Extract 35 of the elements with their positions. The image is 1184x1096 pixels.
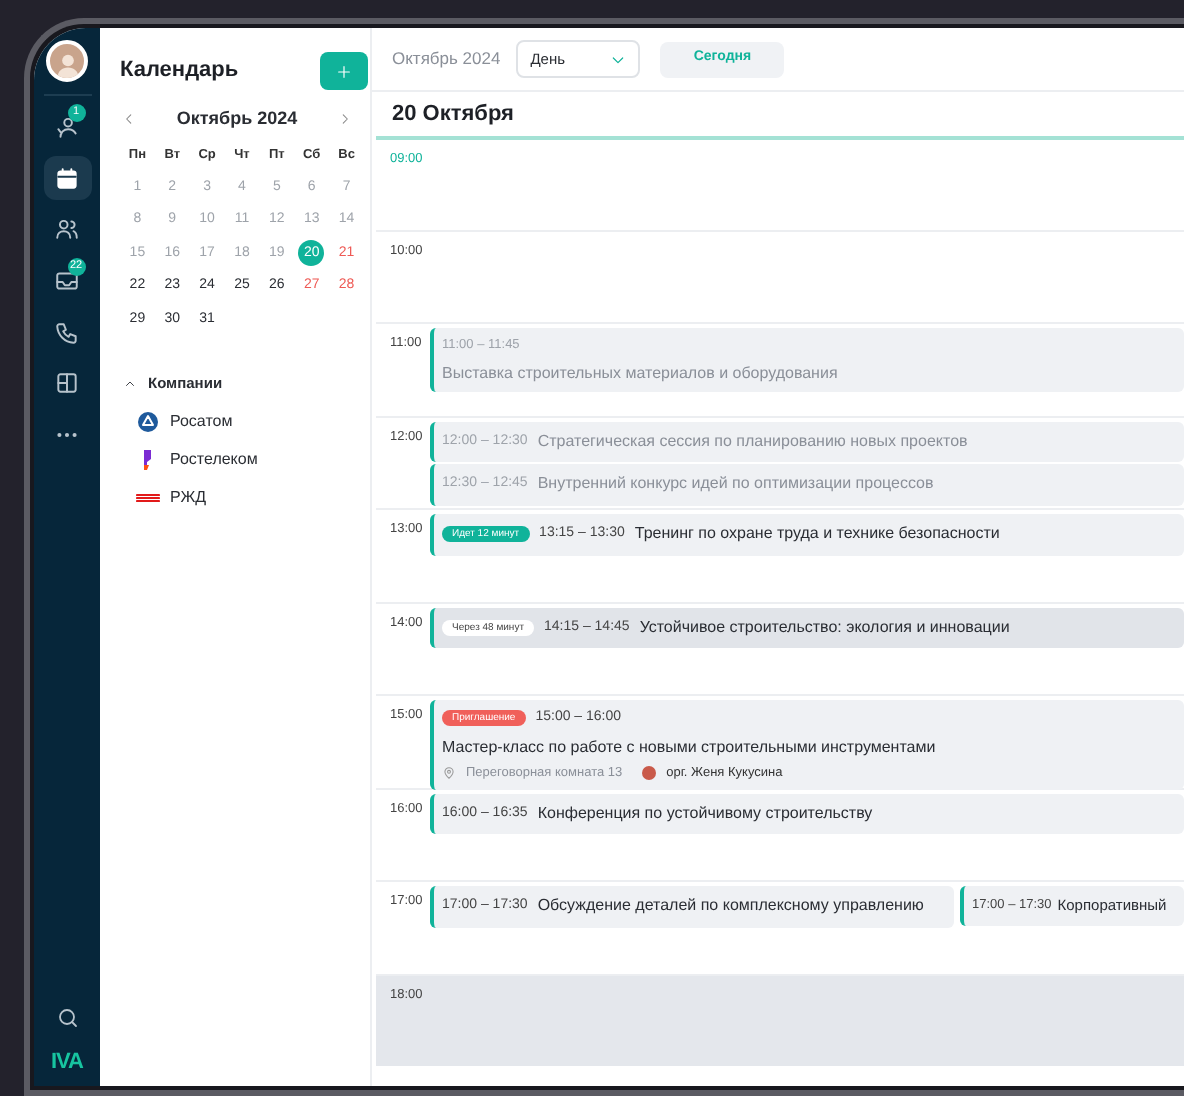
event-title: Внутренний конкурс идей по оптимизации процессов xyxy=(537,474,934,495)
company-item[interactable]: Росатом xyxy=(136,409,233,434)
add-button[interactable] xyxy=(320,52,368,90)
brand-logo: IVA xyxy=(50,1050,84,1074)
sidebar-title: Календарь xyxy=(120,56,239,87)
user-silhouette-icon xyxy=(53,50,81,78)
event-title: Стратегическая сессия по планированию новых проектов xyxy=(537,431,968,452)
chat-user-icon xyxy=(54,114,80,141)
chevron-left-icon xyxy=(122,112,136,127)
event-title: Устойчивое строительство: экология и инновации xyxy=(639,617,1010,638)
period-label: Октябрь 2024 xyxy=(392,46,501,72)
search-icon xyxy=(55,1006,79,1030)
users-icon xyxy=(54,216,80,243)
plus-icon xyxy=(336,63,352,79)
chevron-down-icon xyxy=(610,51,627,67)
company-item[interactable]: Ростелеком xyxy=(136,447,258,472)
circle-logo-icon xyxy=(136,409,160,434)
event-title: Конференция по устойчивому строительству xyxy=(537,803,873,824)
event-title: Выставка строительных материалов и оборудования xyxy=(442,363,840,384)
calendar-nav-button[interactable] xyxy=(43,156,91,201)
month-title: Октябрь 2024 xyxy=(176,106,298,132)
event-title: Мастер-класс по работе с новыми строительными инструментами xyxy=(442,737,938,757)
phone-icon xyxy=(54,319,80,346)
location-pin-icon xyxy=(442,765,456,780)
company-item[interactable]: РЖД xyxy=(136,485,207,510)
chevron-right-icon xyxy=(338,112,352,127)
event-title: Обсуждение деталей по комплексному управлению xyxy=(537,896,924,917)
event-title: Тренинг по охране труда и технике безопасности xyxy=(634,524,1000,545)
organizer-avatar xyxy=(642,765,657,780)
day-title: 20 Октября xyxy=(390,99,516,130)
next-month-button[interactable] xyxy=(338,112,352,127)
calendar-icon xyxy=(54,165,80,192)
mail-icon xyxy=(54,268,80,295)
avatar[interactable] xyxy=(46,40,88,82)
layout-icon xyxy=(54,370,80,397)
